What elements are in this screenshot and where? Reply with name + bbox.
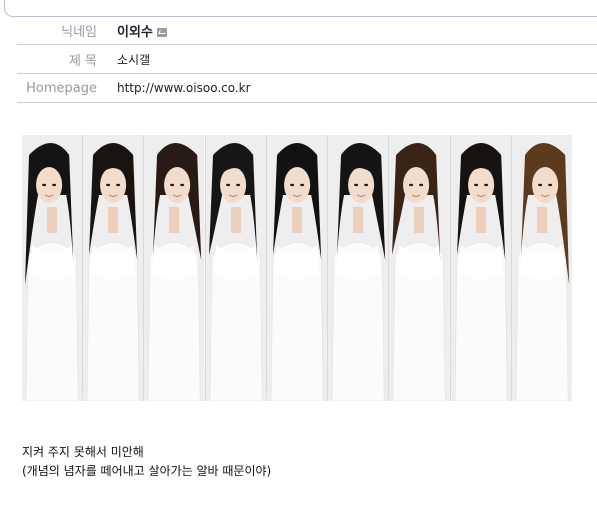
post-body: 지켜 주지 못해서 미안해 (개념의 념자를 떼어내고 살아가는 알바 때문이야…	[22, 443, 271, 481]
subject-label: 제 목	[17, 44, 117, 74]
photo-panel	[144, 135, 206, 401]
post-info-table: 닉네임 이외수 제 목 소시갤 Homepage http://www.oiso…	[17, 16, 597, 103]
homepage-link[interactable]: http://www.oisoo.co.kr	[117, 73, 597, 103]
mail-icon[interactable]	[156, 27, 167, 37]
portrait-figure	[450, 135, 511, 401]
portrait-figure	[389, 135, 450, 401]
subject-row: 제 목 소시갤	[17, 44, 597, 74]
photo-panel	[328, 135, 390, 401]
portrait-figure	[205, 135, 266, 401]
subject-value: 소시갤	[117, 44, 597, 74]
photo-panel	[266, 135, 329, 401]
portrait-figure	[83, 135, 144, 401]
photo-panel	[22, 135, 84, 401]
search-box-edge[interactable]	[4, 0, 597, 17]
nickname-row: 닉네임 이외수	[17, 16, 597, 45]
post-body-line-2: (개념의 념자를 떼어내고 살아가는 알바 때문이야)	[22, 464, 272, 478]
photo-panel	[511, 135, 572, 401]
portrait-figure	[266, 135, 328, 401]
photo-panel	[450, 135, 512, 401]
post-body-line-1: 지켜 주지 못해서 미안해	[22, 445, 144, 459]
photo-panel	[389, 135, 451, 401]
group-photo	[22, 135, 572, 401]
portrait-figure	[144, 135, 205, 401]
nickname-label: 닉네임	[17, 16, 117, 45]
portrait-figure	[328, 135, 389, 401]
board-post-page: 닉네임 이외수 제 목 소시갤 Homepage http://www.oiso…	[0, 0, 597, 521]
nickname-text[interactable]: 이외수	[117, 25, 153, 40]
homepage-row: Homepage http://www.oisoo.co.kr	[17, 73, 597, 103]
homepage-label: Homepage	[17, 73, 117, 103]
nickname-value: 이외수	[117, 16, 597, 45]
portrait-figure	[511, 135, 572, 401]
photo-panel	[205, 135, 267, 401]
photo-panel	[83, 135, 145, 401]
portrait-figure	[22, 135, 83, 401]
